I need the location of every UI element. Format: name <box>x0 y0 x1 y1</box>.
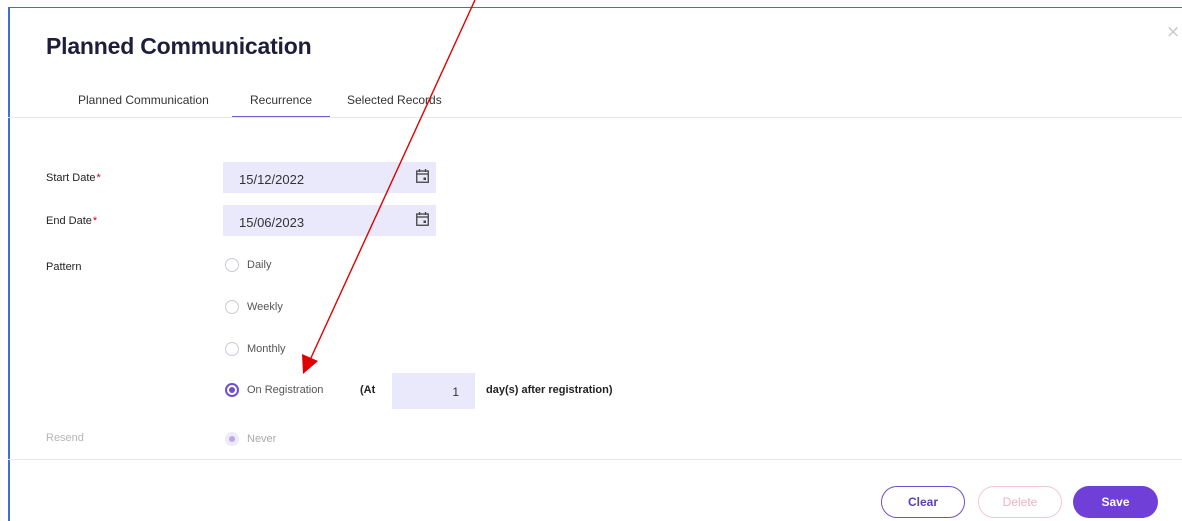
registration-suffix-label: day(s) after registration) <box>486 384 613 396</box>
radio-never <box>225 432 239 446</box>
resend-label: Resend <box>46 432 84 444</box>
clear-button[interactable]: Clear <box>881 486 965 518</box>
radio-daily[interactable] <box>225 258 239 272</box>
resend-option-never: Never <box>225 430 276 448</box>
tab-divider <box>8 117 1182 118</box>
tab-planned-communication[interactable]: Planned Communication <box>78 88 209 118</box>
footer-divider <box>8 459 1182 460</box>
days-after-registration-input[interactable]: 1 <box>392 373 475 409</box>
tab-recurrence[interactable]: Recurrence <box>232 88 330 118</box>
calendar-icon[interactable] <box>416 169 429 183</box>
start-date-field[interactable]: 15/12/2022 <box>223 162 436 193</box>
registration-prefix-label: (At <box>360 384 376 396</box>
pattern-option-weekly[interactable]: Weekly <box>225 298 283 316</box>
close-icon[interactable]: × <box>1166 24 1180 41</box>
start-date-label: Start Date* <box>46 172 101 184</box>
end-date-field[interactable]: 15/06/2023 <box>223 205 436 236</box>
required-asterisk: * <box>92 215 98 227</box>
end-date-label: End Date* <box>46 215 98 227</box>
radio-label-never: Never <box>247 433 277 445</box>
required-asterisk: * <box>96 172 101 184</box>
end-date-value: 15/06/2023 <box>239 215 305 230</box>
pattern-option-on-registration[interactable]: On Registration <box>225 381 323 399</box>
calendar-icon[interactable] <box>416 212 429 226</box>
pattern-label: Pattern <box>46 261 82 273</box>
planned-communication-dialog <box>8 7 1182 521</box>
radio-weekly[interactable] <box>225 300 239 314</box>
radio-label-monthly: Monthly <box>247 343 286 355</box>
radio-label-on-registration: On Registration <box>247 384 324 396</box>
tab-selected-records[interactable]: Selected Records <box>347 88 442 118</box>
dialog-title: Planned Communication <box>46 33 312 59</box>
radio-on-registration[interactable] <box>225 383 239 397</box>
start-date-value: 15/12/2022 <box>239 172 305 187</box>
pattern-option-daily[interactable]: Daily <box>225 256 271 274</box>
radio-monthly[interactable] <box>225 342 239 356</box>
pattern-option-monthly[interactable]: Monthly <box>225 340 286 358</box>
radio-label-weekly: Weekly <box>247 301 283 313</box>
save-button[interactable]: Save <box>1073 486 1158 518</box>
radio-label-daily: Daily <box>247 259 272 271</box>
delete-button[interactable]: Delete <box>978 486 1062 518</box>
